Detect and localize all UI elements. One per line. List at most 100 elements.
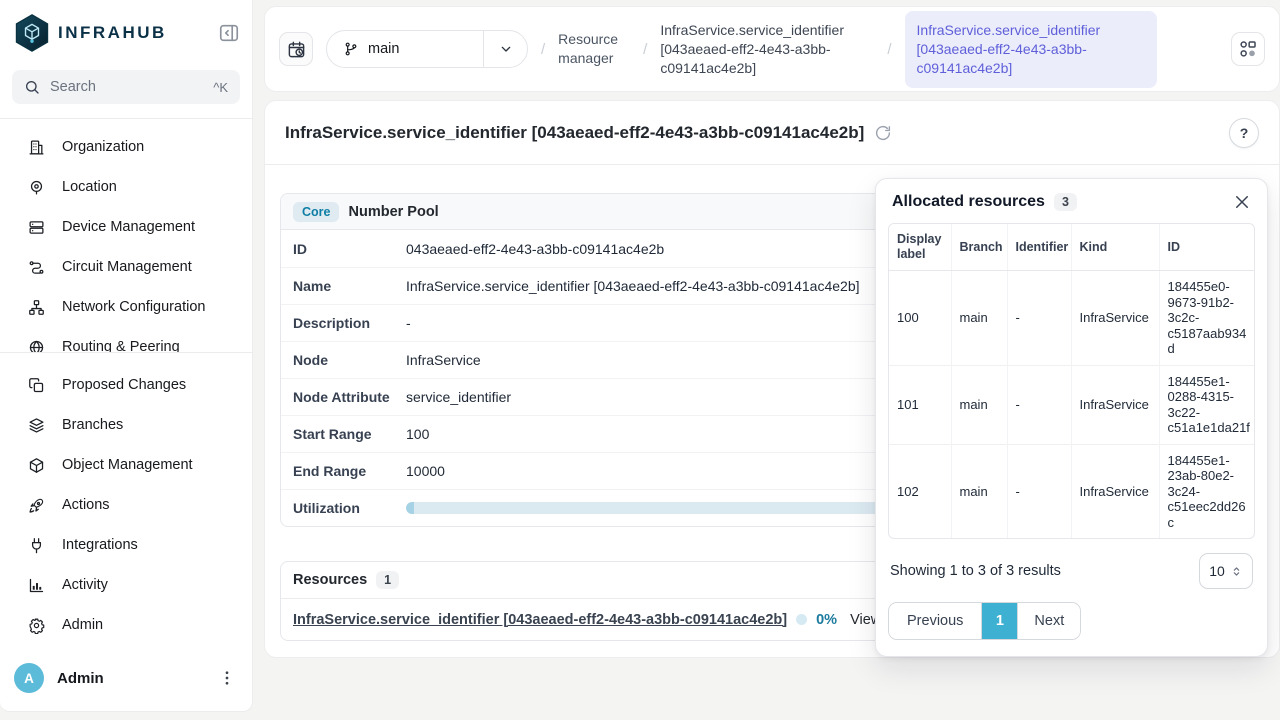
breadcrumb-pool[interactable]: InfraService.service_identifier [043aeae… <box>660 21 874 78</box>
sidebar-item-actions[interactable]: Actions <box>0 485 252 525</box>
allocated-resources-count-badge: 3 <box>1054 193 1077 211</box>
sidebar-item-location[interactable]: Location <box>0 167 252 207</box>
sidebar-nav-primary: OrganizationLocation Device Management Cir… <box>0 119 252 352</box>
page-size-select[interactable]: 10 <box>1199 553 1253 589</box>
sidebar-item-integrations[interactable]: Integrations <box>0 525 252 565</box>
server-icon <box>28 219 45 236</box>
current-page-button[interactable]: 1 <box>982 603 1018 639</box>
sidebar-item-activity[interactable]: Activity <box>0 565 252 605</box>
route-icon <box>28 259 45 276</box>
copy-icon <box>28 377 45 394</box>
close-icon[interactable] <box>1233 193 1251 211</box>
avatar: A <box>14 663 44 693</box>
field-row-end-range: End Range10000 <box>281 452 944 489</box>
field-row-name: NameInfraService.service_identifier [043… <box>281 267 944 304</box>
sidebar-item-label: Admin <box>62 617 103 633</box>
brand-name: INFRAHUB <box>58 23 218 43</box>
field-value: InfraService.service_identifier [043aeae… <box>406 278 944 294</box>
user-menu-kebab-icon[interactable] <box>218 669 236 687</box>
utilization-bar <box>406 502 934 514</box>
sidebar-item-label: Activity <box>62 577 108 593</box>
search-shortcut: ^K <box>213 80 228 95</box>
branch-name: main <box>368 41 399 57</box>
sidebar-item-routing-peering[interactable]: Routing & Peering <box>0 327 252 352</box>
page-size-value: 10 <box>1209 563 1225 579</box>
globe-icon <box>28 339 45 353</box>
field-value: - <box>406 315 944 331</box>
sidebar-item-circuit-management[interactable]: Circuit Management <box>0 247 252 287</box>
field-row-id: ID043aeaed-eff2-4e43-a3bb-c09141ac4e2b <box>281 230 944 267</box>
allocated-resources-table: Display labelBranchIdentifierKindID 100m… <box>888 223 1255 539</box>
sidebar-item-network-configuration[interactable]: Network Configuration <box>0 287 252 327</box>
chart-icon <box>28 577 45 594</box>
pagination: Previous 1 Next <box>888 602 1081 640</box>
sidebar-item-label: Branches <box>62 417 123 433</box>
breadcrumb-separator: / <box>643 41 647 58</box>
sidebar-item-organization[interactable]: Organization <box>0 127 252 167</box>
page-header: InfraService.service_identifier [043aeae… <box>265 101 1279 165</box>
table-row[interactable]: 101main-InfraService184455e1-0288-4315-3… <box>889 365 1255 444</box>
infrahub-logo-icon <box>14 14 50 52</box>
sidebar-item-device-management[interactable]: Device Management <box>0 207 252 247</box>
cell-id: 184455e1-23ab-80e2-3c24-c51eec2dd26c <box>1159 444 1255 538</box>
collapse-sidebar-icon[interactable] <box>218 22 240 44</box>
refresh-icon[interactable] <box>874 124 892 142</box>
field-label: Node Attribute <box>293 389 406 405</box>
cell-kind: InfraService <box>1071 271 1159 366</box>
resource-link[interactable]: InfraService.service_identifier [043aeae… <box>293 612 787 628</box>
sidebar-nav-secondary: Proposed Changes Branches Object Managemen… <box>0 353 252 645</box>
field-value <box>406 502 944 514</box>
cell-branch: main <box>951 444 1007 538</box>
previous-page-button[interactable]: Previous <box>889 603 982 639</box>
breadcrumb-separator: / <box>541 41 545 58</box>
help-button[interactable]: ? <box>1229 118 1259 148</box>
breadcrumb-resource-manager[interactable]: Resource manager <box>558 30 630 68</box>
resources-card: Resources 1 InfraService.service_identif… <box>280 561 945 641</box>
sidebar-item-label: Routing & Peering <box>62 339 180 352</box>
cell-kind: InfraService <box>1071 365 1159 444</box>
core-badge: Core <box>293 202 339 222</box>
schema-button[interactable] <box>1231 32 1265 66</box>
number-pool-fields: ID043aeaed-eff2-4e43-a3bb-c09141ac4e2bNa… <box>281 230 944 526</box>
allocated-resources-header: Allocated resources 3 <box>888 193 1255 223</box>
resources-card-header: Resources 1 <box>281 562 944 599</box>
field-row-node-attribute: Node Attributeservice_identifier <box>281 378 944 415</box>
sidebar-item-object-management[interactable]: Object Management <box>0 445 252 485</box>
sidebar-item-proposed-changes[interactable]: Proposed Changes <box>0 365 252 405</box>
column-header-display-label: Display label <box>889 224 951 271</box>
field-value: 100 <box>406 426 944 442</box>
sidebar-item-label: Device Management <box>62 219 195 235</box>
table-row[interactable]: 102main-InfraService184455e1-23ab-80e2-3… <box>889 444 1255 538</box>
field-label: End Range <box>293 463 406 479</box>
next-page-button[interactable]: Next <box>1018 603 1080 639</box>
building-icon <box>28 139 45 156</box>
gear-icon <box>28 617 45 634</box>
time-travel-button[interactable] <box>279 32 313 66</box>
chevron-updown-icon <box>1230 565 1243 578</box>
branch-selector[interactable]: main <box>326 30 528 68</box>
cell-identifier: - <box>1007 444 1071 538</box>
sidebar-item-label: Object Management <box>62 457 193 473</box>
breadcrumb-separator: / <box>887 41 891 58</box>
sidebar-item-label: Network Configuration <box>62 299 205 315</box>
breadcrumb-current[interactable]: InfraService.service_identifier [043aeae… <box>905 11 1157 88</box>
pin-icon <box>28 179 45 196</box>
column-header-branch: Branch <box>951 224 1007 271</box>
field-value: InfraService <box>406 352 944 368</box>
plug-icon <box>28 537 45 554</box>
field-value: 043aeaed-eff2-4e43-a3bb-c09141ac4e2b <box>406 241 944 257</box>
cell-identifier: - <box>1007 365 1071 444</box>
search-input[interactable]: Search ^K <box>12 70 240 104</box>
git-branch-icon <box>343 41 359 57</box>
field-value: 10000 <box>406 463 944 479</box>
cell-display-label: 102 <box>889 444 951 538</box>
table-row[interactable]: 100main-InfraService184455e0-9673-91b2-3… <box>889 271 1255 366</box>
branch-dropdown-toggle[interactable] <box>483 31 527 67</box>
sidebar-item-branches[interactable]: Branches <box>0 405 252 445</box>
sidebar-item-admin[interactable]: Admin <box>0 605 252 645</box>
sidebar-item-label: Proposed Changes <box>62 377 186 393</box>
field-label: Name <box>293 278 406 294</box>
cell-identifier: - <box>1007 271 1071 366</box>
calendar-clock-icon <box>287 40 306 59</box>
resources-title: Resources <box>293 572 367 588</box>
